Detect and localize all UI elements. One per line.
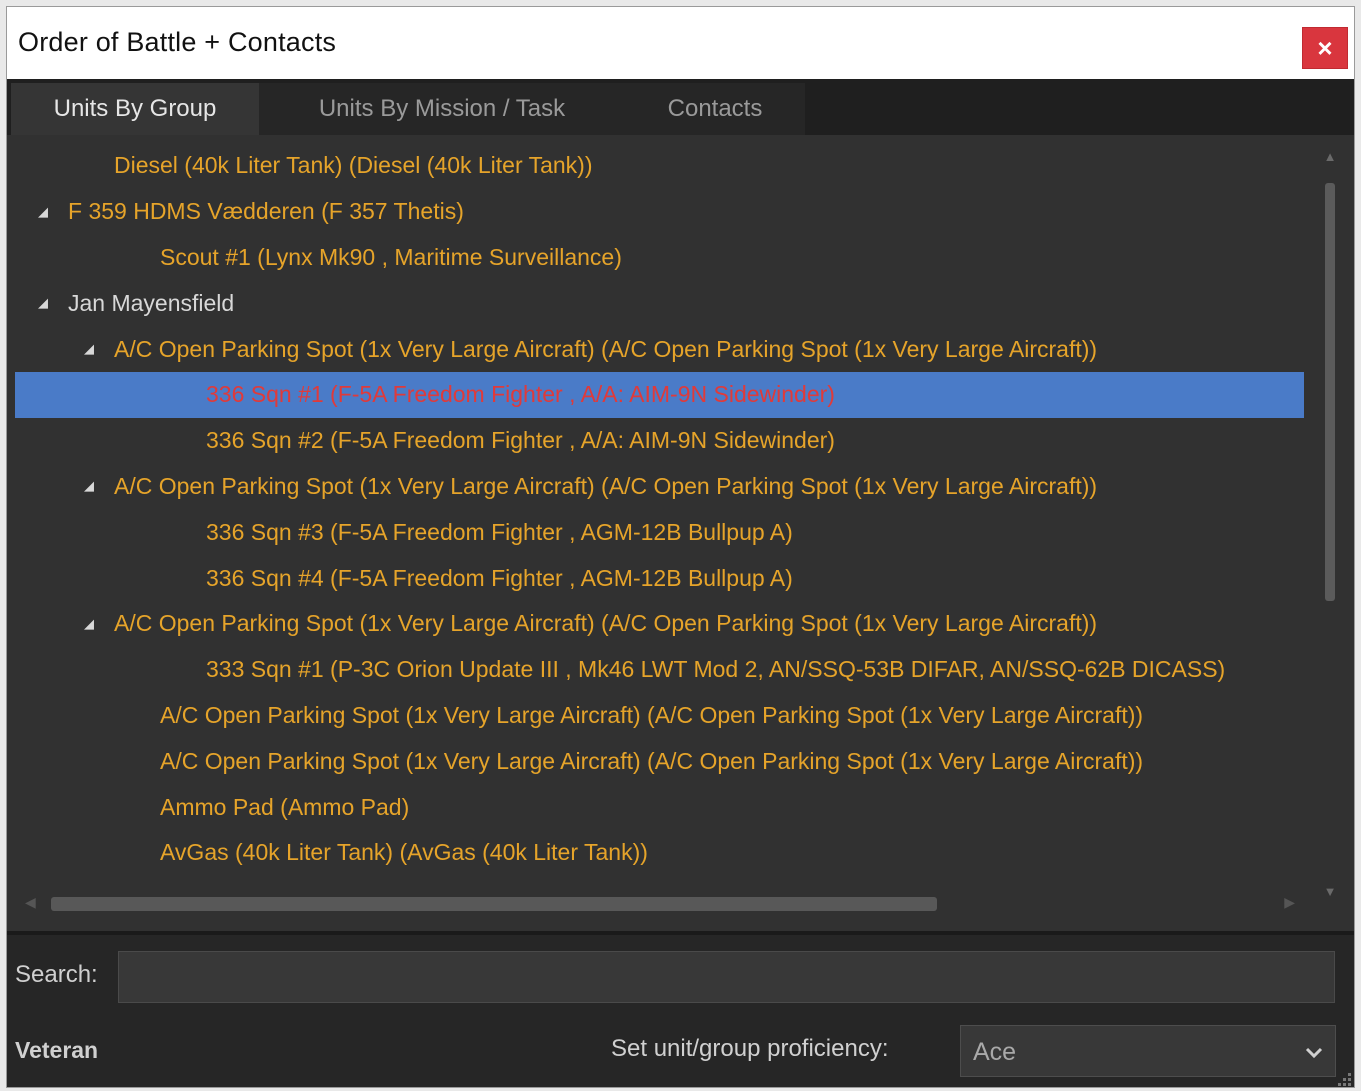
vertical-scroll-thumb[interactable] [1325, 183, 1335, 601]
tree-row[interactable]: 333 Sqn #1 (P-3C Orion Update III , Mk46… [7, 647, 1304, 693]
units-tree-panel: Diesel (40k Liter Tank) (Diesel (40k Lit… [7, 135, 1354, 931]
tab-label: Units By Group [53, 95, 217, 122]
vertical-scrollbar[interactable]: ▲ ▼ [1320, 149, 1340, 899]
horizontal-scroll-thumb[interactable] [51, 897, 937, 911]
tree-row-label: A/C Open Parking Spot (1x Very Large Air… [160, 747, 1144, 774]
tree-row[interactable]: ◢ Jan Mayensfield [7, 280, 1304, 326]
tree-row-selected[interactable]: 336 Sqn #1 (F-5A Freedom Fighter , A/A: … [15, 371, 1304, 418]
tree-row-label: 336 Sqn #4 (F-5A Freedom Fighter , AGM-1… [206, 564, 793, 591]
tree-row[interactable]: 336 Sqn #2 (F-5A Freedom Fighter , A/A: … [7, 418, 1304, 464]
tree-row-label: F 359 HDMS Vædderen (F 357 Thetis) [68, 198, 464, 225]
close-button[interactable]: × [1302, 27, 1348, 69]
tree-row[interactable]: Ammo Pad (Ammo Pad) [7, 784, 1304, 830]
expand-toggle-icon[interactable]: ◢ [38, 204, 48, 220]
tree-row-label: A/C Open Parking Spot (1x Very Large Air… [114, 335, 1098, 362]
current-proficiency: Veteran [15, 1037, 99, 1063]
divider [7, 931, 1354, 935]
tree-row-label: 333 Sqn #1 (P-3C Orion Update III , Mk46… [206, 656, 1226, 683]
tree-row[interactable]: ◢ A/C Open Parking Spot (1x Very Large Ai… [7, 464, 1304, 510]
tree-row[interactable]: AvGas (40k Liter Tank) (AvGas (40k Liter… [7, 830, 1304, 876]
bottom-panel: Search: Veteran Set unit/group proficien… [7, 931, 1354, 1088]
resize-grip-icon[interactable] [1334, 1069, 1354, 1088]
tree-row-label: AvGas (40k Liter Tank) (AvGas (40k Liter… [160, 839, 648, 866]
scroll-left-icon[interactable]: ◀ [25, 894, 36, 911]
tree-row[interactable]: 336 Sqn #4 (F-5A Freedom Fighter , AGM-1… [7, 555, 1304, 601]
tree-row-label: 336 Sqn #3 (F-5A Freedom Fighter , AGM-1… [206, 518, 793, 545]
tab-label: Units By Mission / Task [318, 95, 566, 122]
scroll-up-icon[interactable]: ▲ [1322, 149, 1338, 164]
order-of-battle-window: Order of Battle + Contacts × Units By Gr… [6, 6, 1355, 1088]
expand-toggle-icon[interactable]: ◢ [84, 478, 94, 494]
tree-row[interactable]: ◢ A/C Open Parking Spot (1x Very Large Ai… [7, 326, 1304, 372]
tree-row-label: 336 Sqn #2 (F-5A Freedom Fighter , A/A: … [206, 427, 835, 454]
horizontal-scrollbar[interactable]: ◀ ▶ [25, 893, 1295, 915]
tree-row[interactable]: A/C Open Parking Spot (1x Very Large Air… [7, 693, 1304, 739]
tree-row[interactable]: ◢ F 359 HDMS Vædderen (F 357 Thetis) [7, 189, 1304, 235]
proficiency-select[interactable]: Ace [960, 1025, 1336, 1077]
tree-row-label: A/C Open Parking Spot (1x Very Large Air… [160, 701, 1144, 728]
window-title: Order of Battle + Contacts [18, 27, 337, 57]
tree-row-label: A/C Open Parking Spot (1x Very Large Air… [114, 610, 1098, 637]
tree-row[interactable]: Diesel (40k Liter Tank) (Diesel (40k Lit… [7, 143, 1304, 189]
expand-toggle-icon[interactable]: ◢ [84, 341, 94, 357]
tree-row[interactable]: ◢ A/C Open Parking Spot (1x Very Large Ai… [7, 601, 1304, 647]
tree-row-label: 336 Sqn #1 (F-5A Freedom Fighter , A/A: … [206, 381, 835, 408]
chevron-down-icon [1305, 1047, 1323, 1059]
tree-row-label: Ammo Pad (Ammo Pad) [160, 793, 410, 820]
tree-row-label: A/C Open Parking Spot (1x Very Large Air… [114, 472, 1098, 499]
tab-units-by-mission-task[interactable]: Units By Mission / Task [259, 83, 625, 135]
scroll-right-icon[interactable]: ▶ [1284, 894, 1295, 911]
tree-row[interactable]: 336 Sqn #3 (F-5A Freedom Fighter , AGM-1… [7, 509, 1304, 555]
units-tree: Diesel (40k Liter Tank) (Diesel (40k Lit… [7, 143, 1304, 876]
title-bar[interactable]: Order of Battle + Contacts × [7, 7, 1354, 79]
tree-row[interactable]: A/C Open Parking Spot (1x Very Large Air… [7, 738, 1304, 784]
tree-row-label: Scout #1 (Lynx Mk90 , Maritime Surveilla… [160, 243, 622, 270]
tab-units-by-group[interactable]: Units By Group [11, 83, 259, 135]
close-icon: × [1317, 32, 1333, 63]
tab-label: Contacts [667, 95, 763, 122]
expand-toggle-icon[interactable]: ◢ [84, 616, 94, 632]
proficiency-label: Set unit/group proficiency: [611, 1035, 889, 1062]
tree-row-label: Diesel (40k Liter Tank) (Diesel (40k Lit… [114, 152, 593, 179]
scroll-down-icon[interactable]: ▼ [1322, 884, 1338, 899]
proficiency-selected-value: Ace [973, 1038, 1017, 1066]
tree-row[interactable]: Scout #1 (Lynx Mk90 , Maritime Surveilla… [7, 235, 1304, 281]
tab-contacts[interactable]: Contacts [625, 83, 805, 135]
tab-bar: Units By Group Units By Mission / Task C… [7, 79, 1354, 135]
expand-toggle-icon[interactable]: ◢ [38, 295, 48, 311]
search-input[interactable] [118, 951, 1335, 1003]
search-label: Search: [15, 961, 98, 988]
tree-row-label: Jan Mayensfield [68, 289, 235, 316]
